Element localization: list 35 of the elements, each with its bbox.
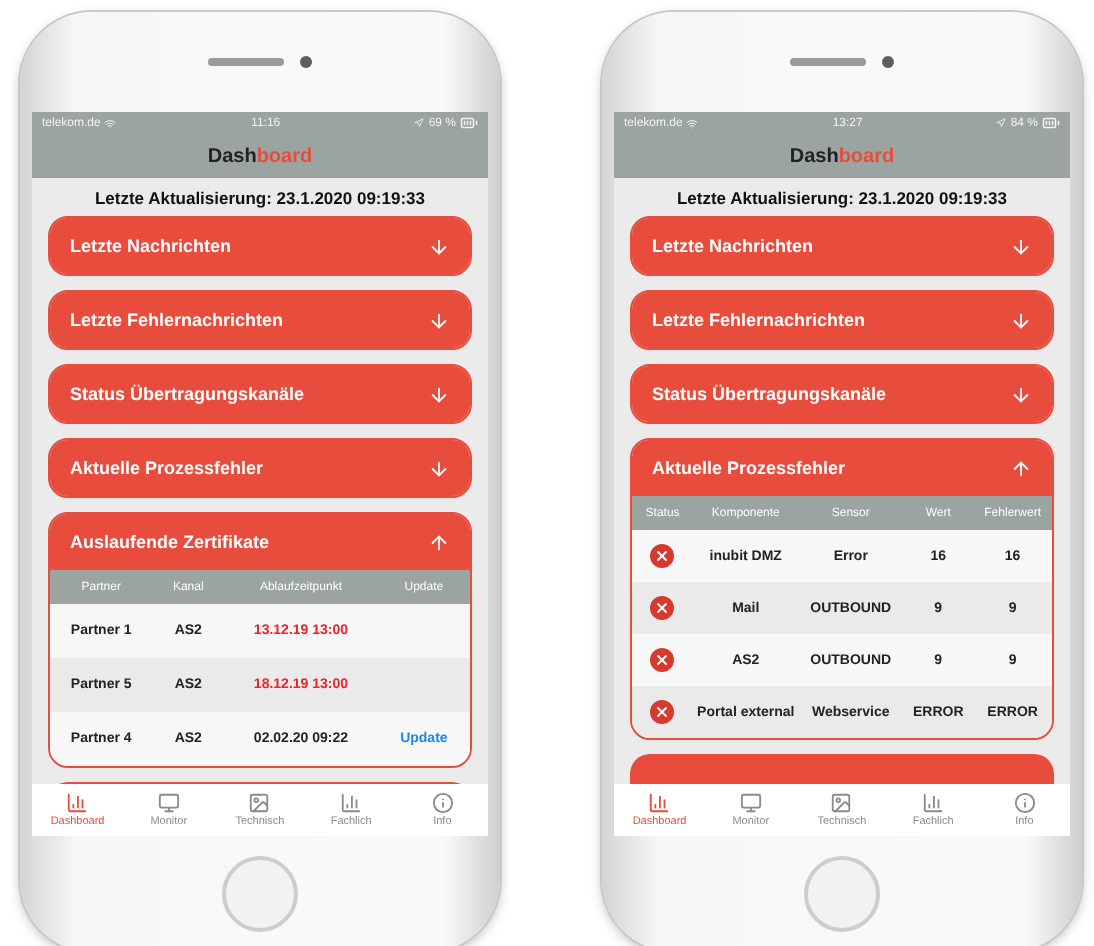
section-header[interactable]: Auslaufende Zertifikate [50,514,470,570]
bar-chart-icon [66,792,89,814]
wifi-icon [686,117,699,129]
section-header[interactable]: Status Übertragungskanäle [632,366,1052,422]
section-header[interactable]: Letzte Nachrichten [632,218,1052,274]
wifi-icon [104,117,117,129]
bar-chart-icon [648,792,671,814]
battery-icon [460,114,478,132]
section-header[interactable]: Aktuelle Prozessfehler [632,440,1052,496]
bar-chart-icon [340,792,363,814]
section-header[interactable]: Aktuelle Prozessfehler [50,440,470,496]
section-header[interactable]: Letzte Fehlernachrichten [50,292,470,348]
speaker-icon [208,58,284,66]
home-button[interactable] [804,856,880,932]
speaker-icon [790,58,866,66]
image-icon [830,792,853,814]
monitor-icon [157,792,180,814]
location-icon [996,118,1007,128]
app-title: Dashboard [207,145,313,167]
section-header[interactable]: Letzte Fehlernachrichten [632,292,1052,348]
home-button[interactable] [222,856,298,932]
info-icon [431,792,454,814]
section-header[interactable]: Letzte Nachrichten [50,218,470,274]
info-icon [1013,792,1036,814]
camera-icon [300,56,312,68]
battery-icon [1042,114,1060,132]
app-title: Dashboard [789,145,895,167]
last-update-text: Letzte Aktualisierung: 23.1.2020 09:19:33 [92,186,428,212]
bar-chart-icon [922,792,945,814]
image-icon [248,792,271,814]
camera-icon [882,56,894,68]
last-update-text: Letzte Aktualisierung: 23.1.2020 09:19:33 [674,186,1010,212]
section-header[interactable]: Status Übertragungskanäle [50,366,470,422]
monitor-icon [739,792,762,814]
location-icon [414,118,425,128]
